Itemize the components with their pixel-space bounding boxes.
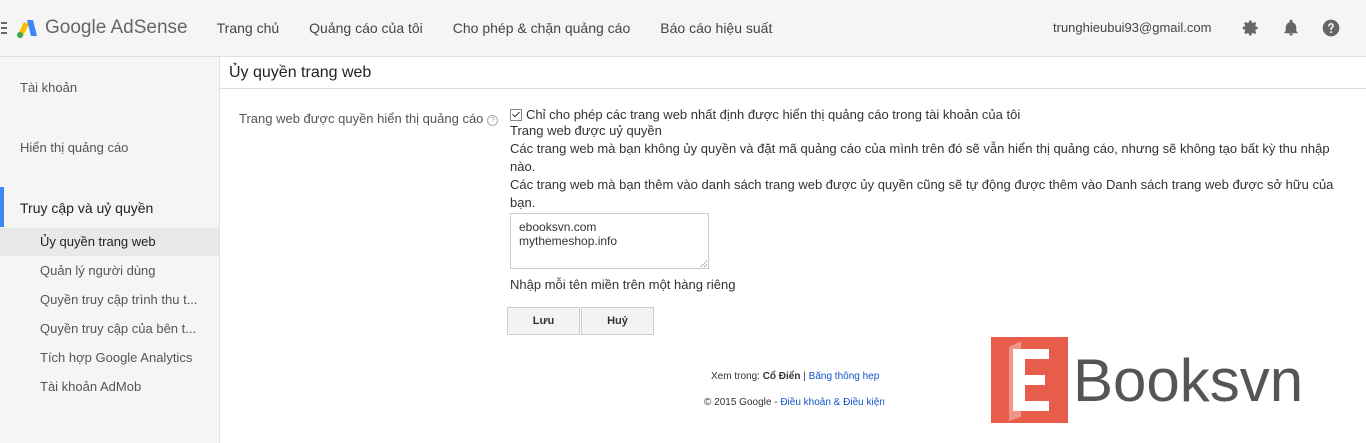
nav-performance-reports[interactable]: Báo cáo hiệu suất	[660, 20, 772, 36]
gear-icon[interactable]	[1240, 17, 1262, 39]
sidebar: Tài khoản Hiển thị quảng cáo Truy cập và…	[0, 57, 220, 443]
adsense-logo[interactable]: Google AdSense	[15, 16, 188, 40]
restrict-sites-checkbox[interactable]	[510, 108, 522, 121]
watermark-text: Booksvn	[1073, 347, 1304, 414]
copyright-text: © 2015 Google -	[704, 397, 778, 408]
view-in-label: Xem trong:	[711, 371, 760, 382]
bell-icon[interactable]	[1280, 17, 1302, 39]
brand-name: Google AdSense	[45, 17, 188, 38]
nav-my-ads[interactable]: Quảng cáo của tôi	[309, 20, 423, 36]
authorized-sites-heading: Trang web được uỷ quyền	[510, 123, 662, 138]
restrict-sites-label[interactable]: Chỉ cho phép các trang web nhất định đượ…	[526, 107, 1020, 122]
save-button[interactable]: Lưu	[507, 307, 580, 335]
field-label-text: Trang web được quyền hiển thị quảng cáo	[239, 111, 484, 126]
top-nav: Trang chủ Quảng cáo của tôi Cho phép & c…	[202, 20, 788, 36]
sidebar-section-access[interactable]: Truy cập và uỷ quyền	[0, 187, 219, 227]
sidebar-item-third-party-access[interactable]: Quyền truy cập của bên t...	[0, 315, 219, 343]
terms-link[interactable]: Điều khoản & Điều kiện	[780, 397, 885, 408]
copyright-row: © 2015 Google - Điều khoản & Điều kiện	[704, 397, 885, 408]
note-owned-line1: Các trang web mà bạn thêm vào danh sách …	[510, 177, 1334, 192]
adsense-logo-icon	[17, 20, 37, 38]
note-unauthorized-line2: nào.	[510, 159, 536, 174]
title-divider	[220, 88, 1366, 89]
sidebar-item-google-analytics[interactable]: Tích hợp Google Analytics	[0, 344, 219, 372]
watermark-e-logo	[991, 337, 1068, 423]
sidebar-item-crawler-access[interactable]: Quyền truy cập trình thu t...	[0, 286, 219, 314]
menu-icon[interactable]	[0, 22, 9, 34]
classic-view-current: Cổ Điển	[762, 371, 801, 382]
view-mode-row: Xem trong: Cổ Điển | Băng thông hẹp	[711, 371, 879, 382]
page-title: Ủy quyền trang web	[229, 64, 372, 81]
field-label: Trang web được quyền hiển thị quảng cáo?	[239, 111, 499, 126]
nav-allow-block-ads[interactable]: Cho phép & chặn quảng cáo	[453, 20, 630, 36]
narrow-bandwidth-link[interactable]: Băng thông hẹp	[809, 371, 880, 382]
active-indicator	[0, 187, 4, 227]
sidebar-section-label: Truy cập và uỷ quyền	[20, 200, 154, 216]
help-icon[interactable]	[1320, 17, 1342, 39]
site-entry: ebooksvn.com	[519, 220, 597, 234]
sidebar-item-admob[interactable]: Tài khoản AdMob	[0, 373, 219, 401]
site-entry: mythemeshop.info	[519, 234, 618, 248]
authorized-sites-textarea[interactable]: ebooksvn.com mythemeshop.info	[510, 213, 709, 269]
sidebar-item-user-management[interactable]: Quản lý người dùng	[0, 257, 219, 285]
sidebar-item-account[interactable]: Tài khoản	[20, 80, 77, 95]
account-email[interactable]: trunghieubui93@gmail.com	[1053, 20, 1211, 35]
footer-separator: |	[803, 371, 806, 382]
nav-home[interactable]: Trang chủ	[217, 20, 280, 36]
restrict-sites-row: Chỉ cho phép các trang web nhất định đượ…	[510, 107, 1020, 122]
help-circle-icon[interactable]: ?	[487, 115, 499, 126]
note-unauthorized-line1: Các trang web mà bạn không ủy quyền và đ…	[510, 141, 1330, 156]
resize-handle-icon[interactable]	[700, 260, 707, 267]
sidebar-item-ad-display[interactable]: Hiển thị quảng cáo	[20, 140, 128, 155]
domain-hint: Nhập mỗi tên miền trên một hàng riêng	[510, 277, 736, 292]
sidebar-item-site-authorization[interactable]: Ủy quyền trang web	[0, 228, 219, 256]
cancel-button[interactable]: Huỷ	[581, 307, 654, 335]
note-owned-line2: bạn.	[510, 195, 536, 210]
